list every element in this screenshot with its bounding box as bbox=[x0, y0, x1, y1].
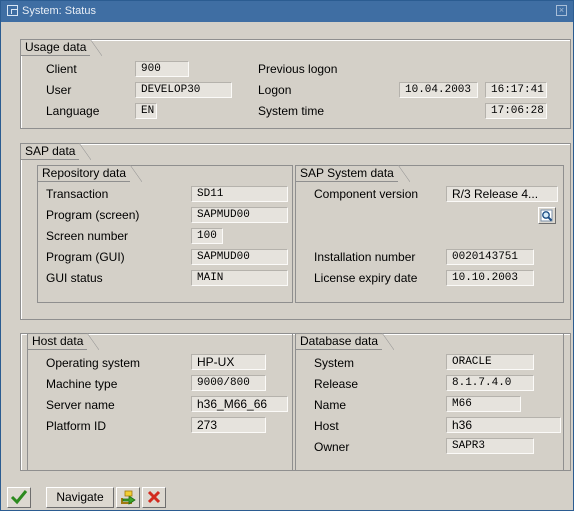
export-icon bbox=[121, 490, 136, 505]
operating-system-label: Operating system bbox=[46, 356, 141, 370]
program-screen-label: Program (screen) bbox=[46, 208, 140, 222]
program-screen-field[interactable]: SAPMUD00 bbox=[191, 207, 288, 223]
system-time-field[interactable]: 17:06:28 bbox=[485, 103, 547, 119]
screen-number-field[interactable]: 100 bbox=[191, 228, 223, 244]
checkmark-icon bbox=[10, 490, 28, 505]
db-owner-field[interactable]: SAPR3 bbox=[446, 438, 534, 454]
installation-number-field[interactable]: 0020143751 bbox=[446, 249, 534, 265]
magnifier-icon bbox=[540, 209, 553, 222]
db-system-field[interactable]: ORACLE bbox=[446, 354, 534, 370]
logon-date-field[interactable]: 10.04.2003 bbox=[399, 82, 478, 98]
user-label: User bbox=[46, 83, 72, 97]
db-system-label: System bbox=[314, 356, 355, 370]
platform-id-label: Platform ID bbox=[46, 419, 107, 433]
host-data-title: Host data bbox=[27, 333, 100, 350]
ok-button[interactable] bbox=[7, 487, 31, 508]
language-label: Language bbox=[46, 104, 100, 118]
status-dialog: System: Status × Usage data Client 900 U… bbox=[0, 0, 574, 511]
db-host-field[interactable]: h36 bbox=[446, 417, 561, 433]
db-owner-label: Owner bbox=[314, 440, 350, 454]
system-time-label: System time bbox=[258, 104, 325, 118]
screen-number-label: Screen number bbox=[46, 229, 129, 243]
db-release-label: Release bbox=[314, 377, 359, 391]
db-host-label: Host bbox=[314, 419, 339, 433]
server-name-label: Server name bbox=[46, 398, 115, 412]
operating-system-field[interactable]: HP-UX bbox=[191, 354, 266, 370]
program-gui-label: Program (GUI) bbox=[46, 250, 125, 264]
transaction-label: Transaction bbox=[46, 187, 109, 201]
installation-number-label: Installation number bbox=[314, 250, 416, 264]
sap-system-data-title: SAP System data bbox=[295, 165, 410, 182]
logon-label: Logon bbox=[258, 83, 292, 97]
previous-logon-label: Previous logon bbox=[258, 62, 338, 76]
transaction-field[interactable]: SD11 bbox=[191, 186, 288, 202]
client-field[interactable]: 900 bbox=[135, 61, 189, 77]
component-version-label: Component version bbox=[314, 187, 419, 201]
sap-data-title: SAP data bbox=[20, 143, 93, 160]
gui-status-field[interactable]: MAIN bbox=[191, 270, 288, 286]
db-name-label: Name bbox=[314, 398, 347, 412]
database-data-title: Database data bbox=[295, 333, 395, 350]
gui-status-label: GUI status bbox=[46, 271, 103, 285]
close-icon[interactable]: × bbox=[556, 5, 567, 16]
repository-data-title: Repository data bbox=[37, 165, 143, 182]
component-version-field[interactable]: R/3 Release 4... bbox=[446, 186, 558, 202]
platform-id-field[interactable]: 273 bbox=[191, 417, 266, 433]
cancel-button[interactable] bbox=[142, 487, 166, 508]
license-expiry-label: License expiry date bbox=[314, 271, 418, 285]
window-icon bbox=[7, 5, 18, 16]
db-name-field[interactable]: M66 bbox=[446, 396, 521, 412]
license-expiry-field[interactable]: 10.10.2003 bbox=[446, 270, 534, 286]
title-bar: System: Status × bbox=[1, 1, 573, 22]
server-name-field[interactable]: h36_M66_66 bbox=[191, 396, 288, 412]
db-release-field[interactable]: 8.1.7.4.0 bbox=[446, 375, 534, 391]
logon-time-field[interactable]: 16:17:41 bbox=[485, 82, 547, 98]
machine-type-label: Machine type bbox=[46, 377, 118, 391]
program-gui-field[interactable]: SAPMUD00 bbox=[191, 249, 288, 265]
cancel-icon bbox=[147, 490, 161, 504]
client-label: Client bbox=[46, 62, 77, 76]
user-field[interactable]: DEVELOP30 bbox=[135, 82, 232, 98]
component-details-button[interactable] bbox=[538, 207, 556, 224]
usage-data-title: Usage data bbox=[20, 39, 103, 56]
export-button[interactable] bbox=[116, 487, 140, 508]
machine-type-field[interactable]: 9000/800 bbox=[191, 375, 266, 391]
language-field[interactable]: EN bbox=[135, 103, 157, 119]
window-title: System: Status bbox=[22, 5, 96, 17]
navigate-button[interactable]: Navigate bbox=[46, 487, 114, 508]
